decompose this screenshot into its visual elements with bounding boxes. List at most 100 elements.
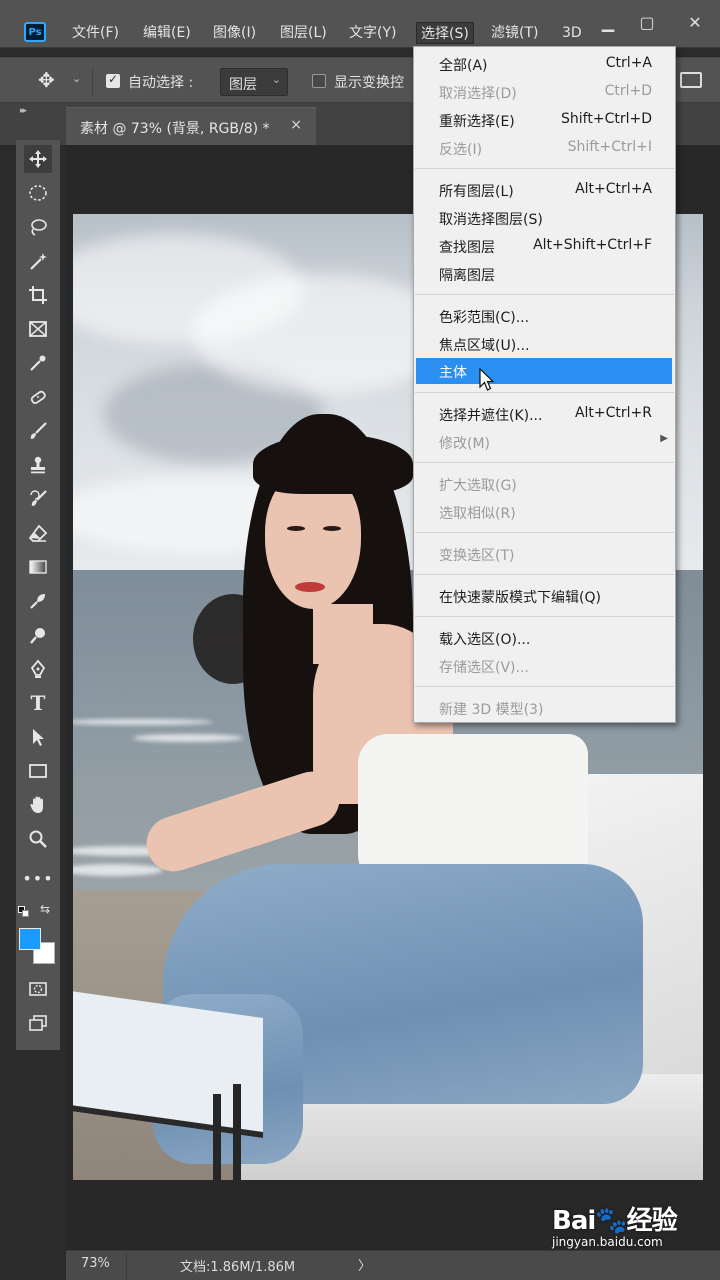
table-leg	[233, 1084, 241, 1180]
menu-filter[interactable]: 滤镜(T)	[491, 22, 538, 44]
watermark-logo: Bai🐾经验	[552, 1206, 678, 1236]
history-brush-tool-icon[interactable]	[24, 485, 52, 513]
menu-item-color-range[interactable]: 色彩范围(C)...	[415, 304, 674, 328]
foreground-color-swatch[interactable]	[19, 928, 41, 950]
menu-separator	[415, 462, 674, 463]
menu-image[interactable]: 图像(I)	[213, 22, 256, 44]
menu-item-isolate-layers[interactable]: 隔离图层	[415, 262, 674, 286]
rectangle-tool-icon[interactable]	[24, 757, 52, 785]
baidu-jingyan-watermark: Bai🐾经验 jingyan.baidu.com	[552, 1200, 678, 1249]
menu-item-quick-mask[interactable]: 在快速蒙版模式下编辑(Q)	[415, 584, 674, 608]
crop-tool-icon[interactable]	[24, 281, 52, 309]
menu-item-transform-selection[interactable]: 变换选区(T)	[415, 542, 674, 566]
menu-item-subject[interactable]: 主体	[416, 358, 672, 384]
clone-stamp-tool-icon[interactable]	[24, 451, 52, 479]
screen-mode-icon[interactable]	[24, 1009, 52, 1037]
document-tab[interactable]: 素材 @ 73% (背景, RGB/8) * ×	[66, 107, 316, 145]
hand-tool-icon[interactable]	[24, 791, 52, 819]
eyedropper-tool-icon[interactable]	[24, 349, 52, 377]
menu-item-deselect-layers[interactable]: 取消选择图层(S)	[415, 206, 674, 230]
path-selection-tool-icon[interactable]	[24, 723, 52, 751]
menu-separator	[415, 392, 674, 393]
menu-file[interactable]: 文件(F)	[72, 22, 119, 44]
eraser-tool-icon[interactable]	[24, 519, 52, 547]
menu-separator	[415, 532, 674, 533]
menu-item-select-all[interactable]: 全部(A) Ctrl+A	[415, 52, 674, 76]
color-swatches[interactable]	[19, 928, 57, 966]
menu-item-save-selection[interactable]: 存储选区(V)...	[415, 654, 674, 678]
tools-panel: T ••• ⇆	[16, 140, 60, 1050]
chevron-down-icon: ⌄	[271, 73, 281, 86]
menu-item-inverse[interactable]: 反选(I) Shift+Ctrl+I	[415, 136, 674, 160]
status-divider	[126, 1253, 127, 1279]
document-info: 文档:1.86M/1.86M	[180, 1260, 296, 1275]
status-bar: 73% 文档:1.86M/1.86M 〉	[66, 1250, 720, 1280]
menu-item-deselect[interactable]: 取消选择(D) Ctrl+D	[415, 80, 674, 104]
photoshop-logo: Ps	[24, 22, 46, 42]
menu-item-new-3d-model[interactable]: 新建 3D 模型(3)	[415, 696, 674, 720]
healing-brush-tool-icon[interactable]	[24, 383, 52, 411]
eye-shape	[323, 526, 341, 531]
magic-wand-tool-icon[interactable]	[24, 247, 52, 275]
move-tool-icon[interactable]: ✥	[38, 68, 55, 92]
close-tab-icon[interactable]: ×	[290, 117, 302, 133]
layer-select-dropdown[interactable]: 图层 ⌄	[220, 68, 288, 96]
hair-shape	[253, 434, 413, 494]
zoom-level[interactable]: 73%	[81, 1256, 110, 1271]
blur-tool-icon[interactable]	[24, 587, 52, 615]
menu-item-find-layers[interactable]: 查找图层 Alt+Shift+Ctrl+F	[415, 234, 674, 258]
collapse-panels-icon[interactable]: ▸▸	[20, 106, 27, 116]
menu-edit[interactable]: 编辑(E)	[143, 22, 191, 44]
show-transform-checkbox[interactable]	[312, 74, 326, 88]
hair-shape	[193, 594, 273, 684]
close-icon[interactable]: ✕	[684, 12, 706, 34]
minimize-icon[interactable]: ▁	[597, 12, 619, 34]
menu-item-focus-area[interactable]: 焦点区域(U)...	[415, 332, 674, 356]
move-tool-icon[interactable]	[24, 145, 52, 173]
watermark-url: jingyan.baidu.com	[552, 1235, 663, 1249]
wave-shape	[133, 734, 243, 742]
auto-select-label: 自动选择 :	[128, 75, 194, 91]
select-menu-dropdown: 全部(A) Ctrl+A 取消选择(D) Ctrl+D 重新选择(E) Shift+C…	[413, 46, 676, 723]
menu-item-all-layers[interactable]: 所有图层(L) Alt+Ctrl+A	[415, 178, 674, 202]
menu-item-select-and-mask[interactable]: 选择并遮住(K)... Alt+Ctrl+R	[415, 402, 674, 426]
menu-separator	[415, 168, 674, 169]
pen-tool-icon[interactable]	[24, 655, 52, 683]
maximize-icon[interactable]: ▢	[636, 12, 658, 34]
table-leg	[213, 1094, 221, 1180]
more-tools-icon[interactable]: •••	[22, 864, 52, 892]
layer-select-value: 图层	[229, 77, 257, 93]
options-divider	[92, 68, 93, 96]
marquee-tool-icon[interactable]	[24, 179, 52, 207]
type-tool-icon[interactable]: T	[24, 689, 52, 717]
auto-select-checkbox[interactable]	[106, 72, 120, 88]
zoom-tool-icon[interactable]	[24, 825, 52, 853]
swap-colors-icon[interactable]: ⇆	[40, 902, 50, 916]
brush-tool-icon[interactable]	[24, 417, 52, 445]
align-panel-icon[interactable]	[680, 72, 702, 88]
chevron-down-icon[interactable]: ⌄	[72, 72, 81, 85]
menu-3d[interactable]: 3D	[562, 22, 582, 44]
menu-item-similar[interactable]: 选取相似(R)	[415, 500, 674, 524]
menu-select[interactable]: 选择(S)	[416, 22, 474, 44]
frame-tool-icon[interactable]	[24, 315, 52, 343]
menu-layer[interactable]: 图层(L)	[280, 22, 327, 44]
status-menu-arrow-icon[interactable]: 〉	[358, 1255, 371, 1274]
menu-item-reselect[interactable]: 重新选择(E) Shift+Ctrl+D	[415, 108, 674, 132]
menu-separator	[415, 294, 674, 295]
document-tab-title: 素材 @ 73% (背景, RGB/8) *	[80, 121, 270, 137]
menu-separator	[415, 574, 674, 575]
dodge-tool-icon[interactable]	[24, 621, 52, 649]
menu-item-grow[interactable]: 扩大选取(G)	[415, 472, 674, 496]
show-transform-label: 显示变换控	[334, 75, 404, 91]
default-colors-icon[interactable]	[18, 906, 29, 917]
menu-item-modify[interactable]: 修改(M) ▶	[415, 430, 674, 454]
lasso-tool-icon[interactable]	[24, 213, 52, 241]
menu-item-load-selection[interactable]: 载入选区(O)...	[415, 626, 674, 650]
menu-type[interactable]: 文字(Y)	[349, 22, 396, 44]
gradient-tool-icon[interactable]	[24, 553, 52, 581]
submenu-arrow-icon: ▶	[660, 433, 668, 444]
quick-mask-icon[interactable]	[24, 975, 52, 1003]
mouse-cursor-icon	[479, 368, 495, 391]
menu-separator	[415, 686, 674, 687]
